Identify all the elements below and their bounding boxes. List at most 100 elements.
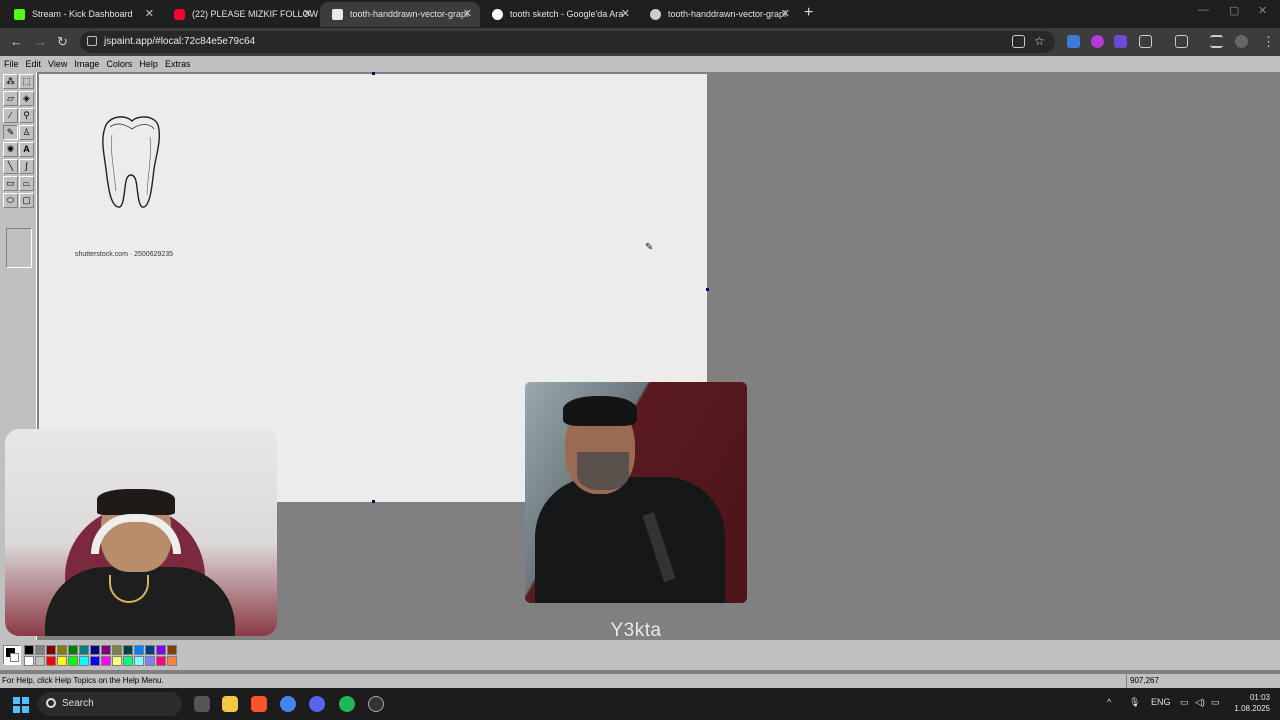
taskbar-search[interactable]: Search (38, 692, 182, 716)
tab-jspaint-active[interactable]: tooth-handdrawn-vector-grapl ✕ (320, 2, 480, 27)
tab-youtube[interactable]: (22) PLEASE MIZKIF FOLLOW M ✕ (162, 2, 320, 27)
media-controls-icon[interactable] (1210, 35, 1223, 48)
tab-shutterstock[interactable]: tooth-handdrawn-vector-grapl ✕ (638, 2, 798, 27)
current-colors[interactable] (3, 645, 21, 665)
menu-image[interactable]: Image (70, 56, 102, 69)
rect-select-tool[interactable]: ⬚ (19, 74, 34, 89)
color-swatch[interactable] (112, 656, 122, 666)
profile-avatar[interactable] (1235, 35, 1248, 48)
close-icon[interactable]: ✕ (145, 2, 154, 26)
url-field[interactable]: jspaint.app/#local:72c84e5e79c64 (80, 31, 1055, 53)
text-tool[interactable]: A (19, 142, 34, 157)
tray-overflow-icon[interactable]: ^ (1107, 697, 1111, 707)
extension-icon[interactable] (1091, 35, 1104, 48)
reload-icon[interactable]: ↻ (57, 34, 68, 50)
extension-icon[interactable] (1114, 35, 1127, 48)
battery-icon[interactable]: ▭ (1211, 697, 1220, 708)
resize-handle[interactable] (706, 288, 709, 291)
new-tab-button[interactable]: + (804, 4, 813, 22)
tab-kick-dashboard[interactable]: Stream - Kick Dashboard ✕ (2, 2, 162, 27)
polygon-tool[interactable]: ⏢ (19, 176, 34, 191)
color-swatch[interactable] (167, 656, 177, 666)
color-swatch[interactable] (68, 645, 78, 655)
color-swatch[interactable] (46, 645, 56, 655)
color-swatch[interactable] (35, 645, 45, 655)
microphone-icon[interactable]: 🎙 (1129, 697, 1140, 708)
file-explorer-icon[interactable] (222, 696, 238, 712)
color-swatch[interactable] (167, 645, 177, 655)
color-swatch[interactable] (112, 645, 122, 655)
bookmark-star-icon[interactable]: ☆ (1034, 34, 1045, 48)
fill-tool[interactable]: ◈ (19, 91, 34, 106)
eraser-tool[interactable]: ▱ (3, 91, 18, 106)
menu-extras[interactable]: Extras (161, 56, 194, 69)
menu-file[interactable]: File (0, 56, 22, 69)
rectangle-tool[interactable]: ▭ (3, 176, 18, 191)
browser-menu-icon[interactable]: ⋮ (1262, 34, 1275, 50)
color-swatch[interactable] (79, 656, 89, 666)
close-icon[interactable]: ✕ (463, 2, 472, 26)
color-swatch[interactable] (145, 656, 155, 666)
close-window-icon[interactable]: ✕ (1258, 4, 1267, 17)
color-swatch[interactable] (35, 656, 45, 666)
tool-options[interactable] (6, 228, 32, 268)
color-swatch[interactable] (90, 656, 100, 666)
color-swatch[interactable] (156, 645, 166, 655)
color-swatch[interactable] (156, 656, 166, 666)
color-swatch[interactable] (57, 656, 67, 666)
curve-tool[interactable]: ∫ (19, 159, 34, 174)
install-app-icon[interactable] (1012, 35, 1025, 48)
resize-handle[interactable] (372, 500, 375, 503)
magnifier-tool[interactable]: ⚲ (19, 108, 34, 123)
pencil-tool[interactable]: ✎ (3, 125, 18, 140)
extensions-puzzle-icon[interactable] (1139, 35, 1152, 48)
color-swatch[interactable] (24, 645, 34, 655)
chrome-icon[interactable] (280, 696, 296, 712)
menu-view[interactable]: View (44, 56, 70, 69)
color-swatch[interactable] (79, 645, 89, 655)
forward-icon[interactable]: → (34, 34, 47, 49)
close-icon[interactable]: ✕ (781, 2, 790, 26)
close-icon[interactable]: ✕ (621, 2, 630, 26)
windows-start-icon[interactable] (13, 697, 29, 713)
color-swatch[interactable] (24, 656, 34, 666)
tab-google-search[interactable]: tooth sketch - Google'da Ara ✕ (480, 2, 638, 27)
brave-browser-icon[interactable] (251, 696, 267, 712)
obs-icon[interactable] (368, 696, 384, 712)
color-swatch[interactable] (90, 645, 100, 655)
color-swatch[interactable] (46, 656, 56, 666)
line-tool[interactable]: ╲ (3, 159, 18, 174)
maximize-icon[interactable]: ▢ (1229, 4, 1239, 17)
menu-colors[interactable]: Colors (102, 56, 135, 69)
task-view-icon[interactable] (194, 696, 210, 712)
color-swatch[interactable] (101, 656, 111, 666)
spotify-icon[interactable] (339, 696, 355, 712)
color-swatch[interactable] (134, 645, 144, 655)
back-icon[interactable]: ← (10, 34, 23, 49)
color-swatch[interactable] (101, 645, 111, 655)
color-swatch[interactable] (68, 656, 78, 666)
color-swatch[interactable] (145, 645, 155, 655)
site-info-icon[interactable] (87, 36, 97, 46)
menu-help[interactable]: Help (135, 56, 161, 69)
rounded-rect-tool[interactable]: ▢ (19, 193, 34, 208)
taskbar-clock[interactable]: 01:03 1.08.2025 (1228, 692, 1270, 714)
close-icon[interactable]: ✕ (303, 2, 312, 26)
free-select-tool[interactable]: ⁂ (3, 74, 18, 89)
color-swatch[interactable] (57, 645, 67, 655)
ellipse-tool[interactable]: ⬭ (3, 193, 18, 208)
color-swatch[interactable] (123, 656, 133, 666)
minimize-icon[interactable]: — (1198, 4, 1209, 16)
discord-icon[interactable] (309, 696, 325, 712)
color-swatch[interactable] (134, 656, 144, 666)
color-picker-tool[interactable]: ∕ (3, 108, 18, 123)
volume-icon[interactable]: ◁) (1195, 697, 1205, 708)
sidebar-icon[interactable] (1175, 35, 1188, 48)
color-swatch[interactable] (123, 645, 133, 655)
extension-icon[interactable] (1067, 35, 1080, 48)
airbrush-tool[interactable]: ✺ (3, 142, 18, 157)
brush-tool[interactable]: ♙ (19, 125, 34, 140)
resize-handle[interactable] (372, 72, 375, 75)
menu-edit[interactable]: Edit (22, 56, 45, 69)
language-indicator[interactable]: ENG (1151, 697, 1171, 707)
